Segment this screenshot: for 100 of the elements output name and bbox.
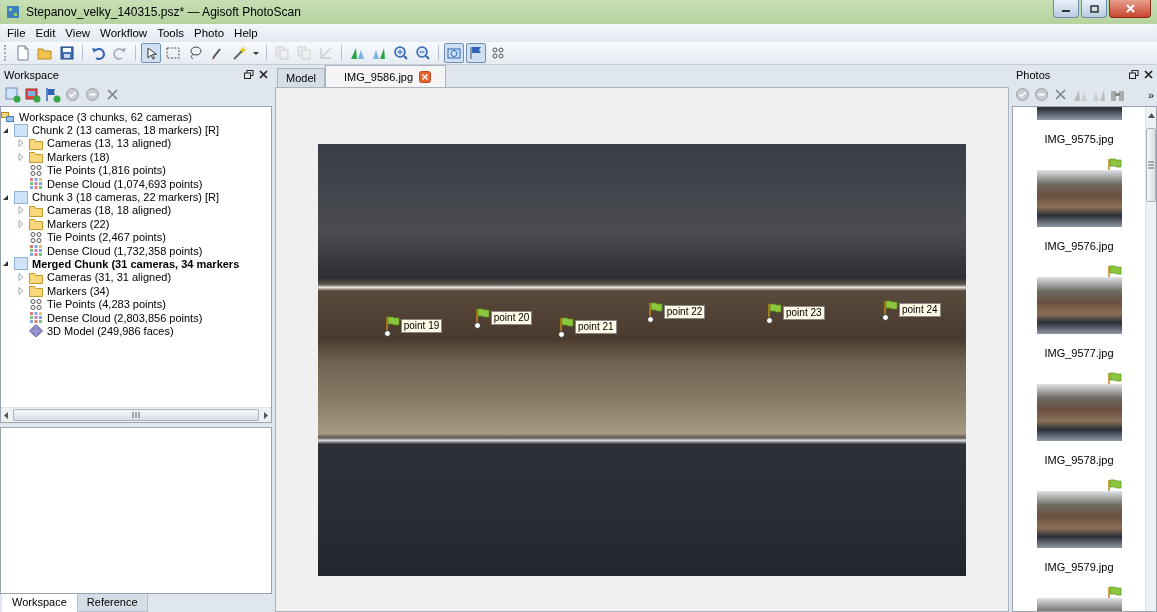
zoom-in-icon xyxy=(393,45,409,61)
add-photos-icon xyxy=(25,87,41,103)
tree-item[interactable]: Chunk 2 (13 cameras, 18 markers) [R] xyxy=(32,124,220,137)
add-markers-button[interactable] xyxy=(45,87,61,103)
tie-points-icon xyxy=(29,297,43,311)
zoom-out-icon xyxy=(415,45,431,61)
menu-item[interactable]: View xyxy=(60,27,96,39)
dense-cloud-icon xyxy=(29,244,43,258)
expanded-arrow-icon[interactable] xyxy=(2,260,9,268)
marker-label: point 20 xyxy=(490,311,533,326)
marker-label: point 22 xyxy=(663,304,706,319)
menu-item[interactable]: Workflow xyxy=(95,27,153,39)
photo-thumbnail[interactable] xyxy=(1036,491,1122,548)
model-icon xyxy=(29,324,43,338)
flag-icon xyxy=(1107,265,1122,277)
workspace-icon xyxy=(1,110,15,124)
tree-item[interactable]: Tie Points (2,467 points) xyxy=(47,231,166,244)
photo-name: IMG_9575.jpg xyxy=(1044,133,1114,145)
lasso-icon xyxy=(187,45,203,61)
marker-point[interactable] xyxy=(473,322,481,330)
folder-icon xyxy=(29,284,43,298)
expanded-arrow-icon[interactable] xyxy=(2,193,9,201)
photo-thumbnail[interactable] xyxy=(1036,277,1122,334)
folder-icon xyxy=(29,270,43,284)
float-icon xyxy=(1129,70,1139,79)
folder-icon xyxy=(29,203,43,217)
close-tab-button[interactable] xyxy=(419,70,432,83)
camera-button[interactable] xyxy=(444,43,464,63)
marker-point[interactable] xyxy=(646,315,654,323)
new-document-icon xyxy=(15,45,31,61)
grip-icon xyxy=(132,412,140,418)
marker-point[interactable] xyxy=(766,316,773,324)
add-chunk-button[interactable] xyxy=(5,87,21,103)
menu-item[interactable]: Help xyxy=(229,27,263,39)
tree-item[interactable]: Dense Cloud (2,803,856 points) xyxy=(47,311,203,324)
flag-icon xyxy=(475,308,490,324)
float-icon xyxy=(244,70,254,79)
tree-item[interactable]: Dense Cloud (1,732,358 points) xyxy=(47,244,203,257)
pointer-button[interactable] xyxy=(141,43,161,63)
flag-icon xyxy=(1107,158,1122,170)
menu-item[interactable]: Edit xyxy=(30,27,61,39)
scroll-left-icon[interactable] xyxy=(4,411,9,419)
scroll-right-icon[interactable] xyxy=(263,411,268,419)
marker-point[interactable] xyxy=(383,330,391,337)
more-button[interactable]: » xyxy=(1147,89,1154,101)
panel-tab[interactable]: Reference xyxy=(76,594,148,612)
menu-item[interactable]: Photo xyxy=(189,27,230,39)
flag-icon xyxy=(1107,586,1122,598)
menu-item[interactable]: File xyxy=(2,27,31,39)
tree-item[interactable]: Cameras (13, 13 aligned) xyxy=(47,137,172,150)
flag-button[interactable] xyxy=(466,43,486,63)
photo-thumbnail[interactable] xyxy=(1036,170,1122,227)
enable-button[interactable] xyxy=(65,87,81,103)
add-photos-button[interactable] xyxy=(25,87,41,103)
photo-name: IMG_9579.jpg xyxy=(1044,561,1114,573)
tree-item[interactable]: Tie Points (1,816 points) xyxy=(47,164,166,177)
expanded-arrow-icon[interactable] xyxy=(2,126,9,134)
tree-item[interactable]: Merged Chunk (31 cameras, 34 markers xyxy=(32,258,240,270)
add-chunk-icon xyxy=(5,87,21,103)
photo-thumbnail[interactable] xyxy=(1036,384,1122,441)
maximize-button[interactable] xyxy=(1081,0,1107,18)
document-tab[interactable]: IMG_9586.jpg xyxy=(324,65,447,87)
tree-item[interactable]: Markers (34) xyxy=(47,284,110,297)
panel-title: Photos xyxy=(1016,68,1052,81)
scroll-up-icon[interactable] xyxy=(1147,113,1155,118)
document-tab[interactable]: Model xyxy=(277,68,325,87)
menu-item[interactable]: Tools xyxy=(152,27,189,39)
flag-icon xyxy=(1107,479,1122,491)
grid-dots-icon xyxy=(490,45,506,61)
check-icon xyxy=(1015,87,1031,103)
close-icon xyxy=(1125,4,1135,13)
flag-icon xyxy=(468,45,484,61)
photo-name: IMG_9578.jpg xyxy=(1044,454,1114,466)
undo-icon xyxy=(90,45,106,61)
tree-item[interactable]: Markers (18) xyxy=(47,150,110,163)
save-icon xyxy=(59,45,75,61)
close-button[interactable] xyxy=(1109,0,1151,18)
photo-name: IMG_9576.jpg xyxy=(1044,240,1114,252)
panel-tab[interactable]: Workspace xyxy=(2,594,77,612)
redo-icon xyxy=(112,45,128,61)
minimize-button[interactable] xyxy=(1053,0,1079,18)
tree-item[interactable]: 3D Model (249,986 faces) xyxy=(47,324,174,337)
tree-item[interactable]: Cameras (31, 31 aligned) xyxy=(47,271,172,284)
tree-item[interactable]: Cameras (18, 18 aligned) xyxy=(47,204,172,217)
marker-label: point 24 xyxy=(899,302,941,317)
scrollbar-thumb[interactable] xyxy=(13,409,259,421)
grip-icon xyxy=(1148,161,1154,169)
scrollbar-thumb[interactable] xyxy=(1146,128,1156,202)
tie-points-icon xyxy=(29,163,43,177)
tree-item[interactable]: Markers (22) xyxy=(47,217,110,230)
tree-item[interactable]: Dense Cloud (1,074,693 points) xyxy=(47,177,203,190)
close-icon xyxy=(259,70,268,79)
marker-point[interactable] xyxy=(882,313,889,321)
tree-item[interactable]: Tie Points (4,283 points) xyxy=(47,298,166,311)
dense-cloud-icon xyxy=(29,177,43,191)
tree-item[interactable]: Workspace (3 chunks, 62 cameras) xyxy=(19,110,192,123)
save-button[interactable] xyxy=(57,43,77,63)
tree-item[interactable]: Chunk 3 (18 cameras, 22 markers) [R] xyxy=(32,191,220,204)
marker-point[interactable] xyxy=(558,331,565,339)
flag-icon xyxy=(768,302,782,318)
